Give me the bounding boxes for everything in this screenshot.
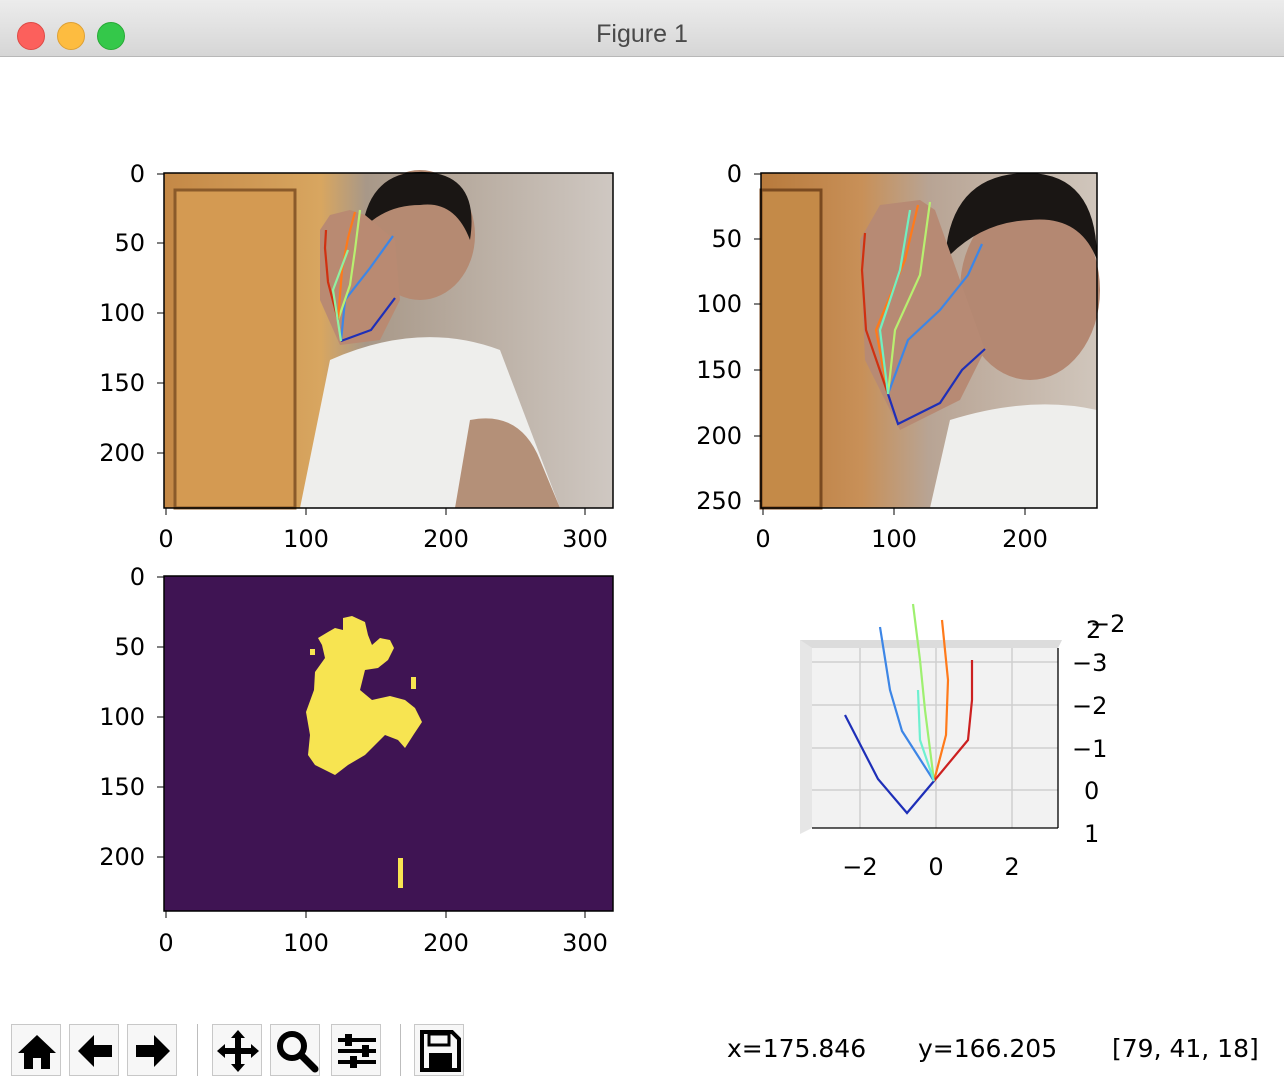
x-tick-label: 2 <box>1004 853 1019 881</box>
x-tick-label: 300 <box>562 929 608 957</box>
x-tick-label: 200 <box>1002 525 1048 553</box>
y-tick-label: 150 <box>99 369 145 397</box>
y-tick-label: 0 <box>130 160 145 188</box>
pixel-value-readout: [79, 41, 18] <box>1112 1034 1259 1063</box>
forward-icon <box>136 1035 170 1067</box>
door-shape <box>173 188 297 510</box>
mask-speck <box>398 858 403 888</box>
figure-window: Figure 1 0 100 200 300 0 50 100 150 200 … <box>0 0 1284 1088</box>
home-icon <box>18 1035 56 1069</box>
z-tick-label: 1 <box>1084 820 1099 848</box>
title-bar[interactable]: Figure 1 <box>0 0 1284 57</box>
x-tick-label: −2 <box>842 853 877 881</box>
3d-side-pane <box>800 640 812 834</box>
3d-x-ticks: −2 0 2 <box>842 853 1019 881</box>
configure-subplots-button[interactable] <box>331 1024 381 1076</box>
y-tick-label: 100 <box>99 299 145 327</box>
x-tick-label: 100 <box>283 525 329 553</box>
subplot-cropped-image[interactable]: 0 100 200 0 50 100 150 200 250 <box>696 160 1100 553</box>
x-ticks-1: 0 100 200 300 <box>158 508 608 553</box>
y-tick-label: 50 <box>114 633 145 661</box>
x-tick-label: 100 <box>871 525 917 553</box>
configure-subplots-icon <box>338 1034 376 1068</box>
x-tick-label: 0 <box>928 853 943 881</box>
navigation-toolbar: x=175.846 y=166.205 [79, 41, 18] <box>0 1012 1284 1088</box>
x-tick-label: 300 <box>562 525 608 553</box>
y-tick-label: 200 <box>99 439 145 467</box>
x-tick-label: 100 <box>283 929 329 957</box>
y-tick-label: 200 <box>99 843 145 871</box>
y-tick-label: 250 <box>696 487 742 515</box>
3d-back-pane <box>812 648 1058 828</box>
y-tick-label: 150 <box>99 773 145 801</box>
mask-speck <box>411 677 416 689</box>
x-ticks-2: 0 100 200 <box>755 508 1048 553</box>
3d-z-ticks: −3 −2 −1 0 1 2 −2 <box>1072 610 1125 848</box>
door-shape <box>759 188 823 510</box>
x-ticks-3: 0 100 200 300 <box>158 911 608 957</box>
mask-speck <box>310 649 315 655</box>
z-tick-label: 0 <box>1084 777 1099 805</box>
zoom-button[interactable] <box>270 1024 320 1076</box>
back-icon <box>78 1035 112 1067</box>
y-coordinate-readout: y=166.205 <box>918 1034 1058 1063</box>
y-tick-label: 50 <box>711 225 742 253</box>
subplot-camera-image[interactable]: 0 100 200 300 0 50 100 150 200 <box>99 160 614 553</box>
save-icon <box>420 1030 461 1072</box>
y-ticks-2: 0 50 100 150 200 250 <box>696 160 761 515</box>
forward-button[interactable] <box>127 1024 177 1076</box>
y-tick-label: 50 <box>114 229 145 257</box>
shirt-shape <box>930 404 1097 508</box>
save-button[interactable] <box>414 1024 464 1076</box>
x-tick-label: 0 <box>158 929 173 957</box>
toolbar-separator <box>400 1024 401 1076</box>
figure-canvas[interactable]: 0 100 200 300 0 50 100 150 200 0 100 200… <box>0 57 1284 1012</box>
z-tick-label: −2 <box>1072 692 1107 720</box>
y-ticks-1: 0 50 100 150 200 <box>99 160 164 467</box>
y-tick-label: 100 <box>696 290 742 318</box>
window-title: Figure 1 <box>596 20 688 48</box>
z-tick-label: −3 <box>1072 649 1107 677</box>
subplot-mask[interactable]: 0 100 200 300 0 50 100 150 200 <box>99 563 614 957</box>
pan-button[interactable] <box>212 1024 262 1076</box>
home-button[interactable] <box>11 1024 61 1076</box>
y-ticks-3: 0 50 100 150 200 <box>99 563 164 871</box>
z-top-label-2: −2 <box>1090 610 1125 638</box>
x-tick-label: 0 <box>158 525 173 553</box>
pan-icon <box>217 1030 259 1072</box>
z-tick-label: −1 <box>1072 735 1107 763</box>
mask-background <box>164 576 613 911</box>
subplot-3d-skeleton[interactable]: −2 0 2 −3 −2 −1 0 1 2 −2 <box>800 603 1125 881</box>
back-button[interactable] <box>69 1024 119 1076</box>
y-tick-label: 150 <box>696 356 742 384</box>
y-tick-label: 0 <box>130 563 145 591</box>
y-tick-label: 200 <box>696 422 742 450</box>
3d-top-pane <box>800 640 1062 648</box>
x-tick-label: 200 <box>423 525 469 553</box>
y-tick-label: 100 <box>99 703 145 731</box>
x-tick-label: 0 <box>755 525 770 553</box>
x-tick-label: 200 <box>423 929 469 957</box>
zoom-icon <box>277 1031 319 1073</box>
y-tick-label: 0 <box>727 160 742 188</box>
toolbar-separator <box>197 1024 198 1076</box>
x-coordinate-readout: x=175.846 <box>727 1034 867 1063</box>
